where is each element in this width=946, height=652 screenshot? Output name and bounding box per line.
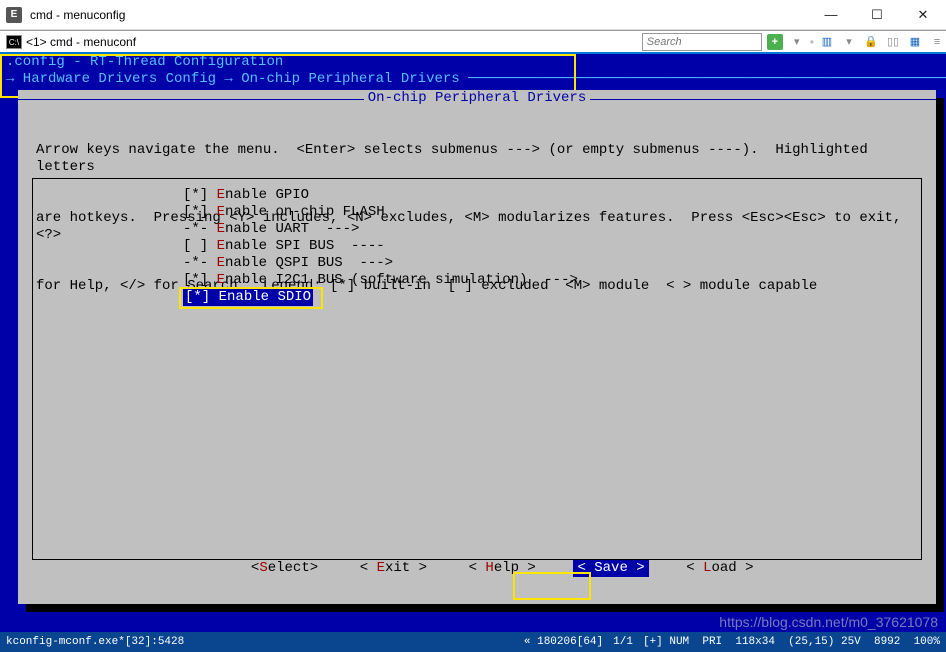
panel-title-row: On-chip Peripheral Drivers [18,90,936,108]
menu-icon[interactable]: ≡ [929,34,945,50]
terminal: .config - RT-Thread Configuration → Hard… [0,54,946,632]
option-spi[interactable]: [ ] Enable SPI BUS ---- [33,238,921,255]
help-line-1: Arrow keys navigate the menu. <Enter> se… [36,142,918,176]
minimize-button[interactable]: — [808,0,854,30]
app-icon: E [6,7,22,23]
toolbar: C:\ <1> cmd - menuconf + ▾ • ▥ ▾ 🔒 ▯▯ ▦ … [0,30,946,54]
save-button[interactable]: < Save >Save [573,560,648,577]
status-lines: 1/1 [613,636,633,648]
options-list: [*] Enable GPIO [*] Enable on-chip FLASH… [32,178,922,560]
add-session-button[interactable]: + [767,34,783,50]
lock-icon[interactable]: 🔒 [863,34,879,50]
select-button[interactable]: <SSelectelect> [247,560,322,577]
add-session-dropdown[interactable]: ▾ [789,34,805,50]
option-qspi[interactable]: -*- Enable QSPI BUS ---> [33,255,921,272]
separator-icon: • [810,35,814,49]
config-file-header: .config - RT-Thread Configuration [0,54,946,71]
exit-button[interactable]: < Exit >Exit [356,560,431,577]
window-title: cmd - menuconfig [30,8,808,22]
tab-icon: C:\ [6,35,22,49]
layout1-icon[interactable]: ▯▯ [885,34,901,50]
tab-label[interactable]: <1> cmd - menuconf [26,35,136,49]
status-process: kconfig-mconf.exe*[32]:5428 [6,636,514,648]
status-history: « 180206[64] [524,636,603,648]
option-i2c1[interactable]: [*] Enable I2C1 BUS (software simulation… [33,272,921,289]
window-title-bar: E cmd - menuconfig — ☐ ✕ [0,0,946,30]
option-uart[interactable]: -*- Enable UART ---> [33,221,921,238]
search-input[interactable] [642,33,762,51]
option-gpio[interactable]: [*] Enable GPIO [33,187,921,204]
help-button[interactable]: < Help >Help [465,560,540,577]
panel-title: On-chip Peripheral Drivers [364,90,590,106]
config-panel: On-chip Peripheral Drivers Arrow keys na… [18,90,936,604]
windows-list-icon[interactable]: ▥ [819,34,835,50]
option-sdio[interactable]: [*] Enable SDIO [33,289,921,306]
option-flash[interactable]: [*] Enable on-chip FLASH [33,204,921,221]
menu-buttons: <SSelectelect> < Exit >Exit < Help >Help… [18,543,936,594]
maximize-button[interactable]: ☐ [854,0,900,30]
load-button[interactable]: < Load >Load [682,560,757,577]
close-button[interactable]: ✕ [900,0,946,30]
status-misc: [+] NUM PRI 118x34 (25,15) 25V 8992 100% [643,636,940,648]
config-breadcrumb: → Hardware Drivers Config → On-chip Peri… [0,71,946,88]
status-bar: kconfig-mconf.exe*[32]:5428 « 180206[64]… [0,632,946,652]
windows-dropdown-icon[interactable]: ▾ [841,34,857,50]
layout2-icon[interactable]: ▦ [907,34,923,50]
